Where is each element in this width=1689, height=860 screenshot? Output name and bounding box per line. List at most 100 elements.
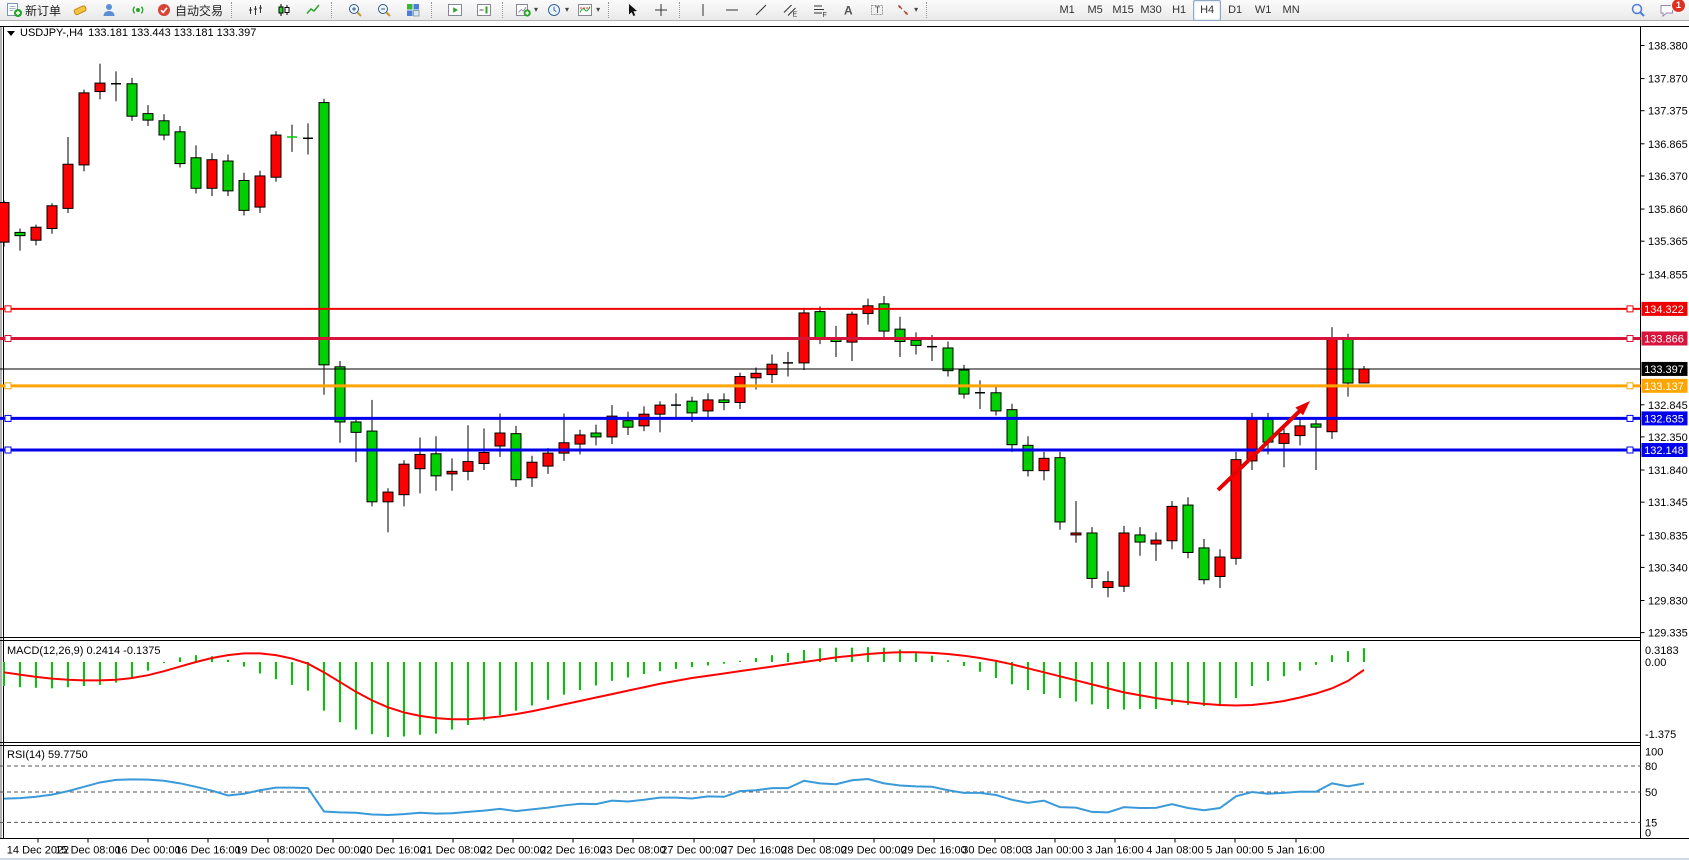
timeframe-M5[interactable]: M5 — [1081, 0, 1109, 21]
svg-text:137.870: 137.870 — [1648, 74, 1688, 86]
svg-text:100: 100 — [1645, 747, 1663, 759]
hline-icon — [724, 2, 740, 18]
channel-button[interactable]: E — [775, 0, 804, 21]
svg-text:132.635: 132.635 — [1644, 413, 1684, 425]
svg-text:21 Dec 08:00: 21 Dec 08:00 — [420, 845, 485, 857]
new-order-button[interactable]: 新订单 — [2, 0, 65, 21]
svg-text:131.345: 131.345 — [1648, 497, 1688, 509]
trendline-button[interactable] — [746, 0, 775, 21]
zoom-out-button[interactable] — [369, 0, 398, 21]
svg-text:20 Dec 00:00: 20 Dec 00:00 — [300, 845, 365, 857]
symbol-dropdown-icon[interactable] — [7, 31, 15, 36]
svg-text:3 Jan 16:00: 3 Jan 16:00 — [1086, 845, 1144, 857]
vline-icon — [695, 2, 711, 18]
rsi-name: RSI(14) — [7, 749, 45, 761]
tiles-icon — [405, 2, 421, 18]
auto-scroll-button[interactable] — [440, 0, 469, 21]
template-icon — [577, 2, 593, 18]
svg-text:E: E — [792, 12, 797, 19]
autoscroll-icon — [447, 2, 463, 18]
toolbar-separator — [331, 2, 336, 18]
toolbar-separator — [608, 2, 613, 18]
svg-text:136.370: 136.370 — [1648, 171, 1688, 183]
symbol-period: USDJPY-,H4 — [20, 27, 83, 39]
toolbar-separator — [926, 2, 931, 18]
horizontal-line-button[interactable] — [717, 0, 746, 21]
timeframe-D1[interactable]: D1 — [1221, 0, 1249, 21]
svg-text:129.830: 129.830 — [1648, 595, 1688, 607]
rsi-value: 59.7750 — [48, 749, 88, 761]
svg-text:135.860: 135.860 — [1648, 204, 1688, 216]
new-chart-button[interactable]: ▾ — [511, 0, 542, 21]
svg-text:137.375: 137.375 — [1648, 106, 1688, 118]
svg-text:0.00: 0.00 — [1645, 657, 1666, 669]
marker-button[interactable] — [65, 0, 94, 21]
templates-button[interactable]: ▾ — [573, 0, 604, 21]
timeframe-M30[interactable]: M30 — [1137, 0, 1165, 21]
chart-bar-icon — [247, 2, 263, 18]
svg-text:133.866: 133.866 — [1644, 333, 1684, 345]
crosshair-button[interactable] — [646, 0, 675, 21]
svg-text:16 Dec 16:00: 16 Dec 16:00 — [175, 845, 240, 857]
svg-text:130.340: 130.340 — [1648, 562, 1688, 574]
svg-text:29 Dec 16:00: 29 Dec 16:00 — [901, 845, 966, 857]
line-chart-button[interactable] — [298, 0, 327, 21]
autotrading-button[interactable]: 自动交易 — [152, 0, 227, 21]
vertical-line-button[interactable] — [688, 0, 717, 21]
svg-text:134.855: 134.855 — [1648, 269, 1688, 281]
timeframe-MN[interactable]: MN — [1277, 0, 1305, 21]
chart-window[interactable]: 138.380137.870137.375136.865136.370135.8… — [0, 22, 1689, 860]
chart-shift-button[interactable] — [469, 0, 498, 21]
timeframe-M1[interactable]: M1 — [1053, 0, 1081, 21]
chart-canvas[interactable]: 138.380137.870137.375136.865136.370135.8… — [0, 22, 1689, 860]
signals-button[interactable] — [123, 0, 152, 21]
timeframe-M15[interactable]: M15 — [1109, 0, 1137, 21]
new-order-icon — [6, 2, 22, 18]
timeframe-H4[interactable]: H4 — [1193, 0, 1221, 21]
fibo-icon: F — [811, 2, 827, 18]
channel-icon: E — [782, 2, 798, 18]
bar-chart-button[interactable] — [240, 0, 269, 21]
svg-text:132.350: 132.350 — [1648, 432, 1688, 444]
label-icon: T — [869, 2, 885, 18]
svg-text:27 Dec 00:00: 27 Dec 00:00 — [661, 845, 726, 857]
svg-text:-1.375: -1.375 — [1645, 729, 1676, 741]
chart-candle-icon — [276, 2, 292, 18]
text-label-button[interactable]: T — [862, 0, 891, 21]
timeframe-W1[interactable]: W1 — [1249, 0, 1277, 21]
svg-text:F: F — [822, 12, 826, 18]
svg-text:22 Dec 00:00: 22 Dec 00:00 — [480, 845, 545, 857]
svg-text:A: A — [844, 4, 853, 18]
svg-text:4 Jan 08:00: 4 Jan 08:00 — [1146, 845, 1204, 857]
svg-text:22 Dec 16:00: 22 Dec 16:00 — [540, 845, 605, 857]
zoom-in-icon — [347, 2, 363, 18]
chat-button[interactable]: 1 — [1652, 0, 1681, 21]
svg-text:135.365: 135.365 — [1648, 236, 1688, 248]
toolbar: 新订单自动交易▾▾▾EFAT▾M1M5M15M30H1H4D1W1MN 1 — [0, 0, 1689, 21]
toolbar-separator — [231, 2, 236, 18]
svg-text:29 Dec 00:00: 29 Dec 00:00 — [841, 845, 906, 857]
zoom-out-icon — [376, 2, 392, 18]
svg-text:129.335: 129.335 — [1648, 628, 1688, 640]
svg-text:28 Dec 08:00: 28 Dec 08:00 — [781, 845, 846, 857]
text-button[interactable]: A — [833, 0, 862, 21]
cursor-button[interactable] — [617, 0, 646, 21]
cursor-icon — [624, 2, 640, 18]
notification-badge: 1 — [1671, 0, 1686, 13]
macd-values: 0.2414 -0.1375 — [86, 645, 160, 657]
candle-chart-button[interactable] — [269, 0, 298, 21]
community-button[interactable] — [94, 0, 123, 21]
svg-text:T: T — [874, 5, 880, 15]
search-button[interactable] — [1623, 0, 1652, 21]
timeframe-H1[interactable]: H1 — [1165, 0, 1193, 21]
macd-name: MACD(12,26,9) — [7, 645, 83, 657]
chart-shift-icon — [476, 2, 492, 18]
svg-text:19 Dec 08:00: 19 Dec 08:00 — [235, 845, 300, 857]
tile-windows-button[interactable] — [398, 0, 427, 21]
fibonacci-button[interactable]: F — [804, 0, 833, 21]
periods-button[interactable]: ▾ — [542, 0, 573, 21]
crosshair-icon — [653, 2, 669, 18]
svg-text:136.865: 136.865 — [1648, 139, 1688, 151]
arrows-button[interactable]: ▾ — [891, 0, 922, 21]
zoom-in-button[interactable] — [340, 0, 369, 21]
